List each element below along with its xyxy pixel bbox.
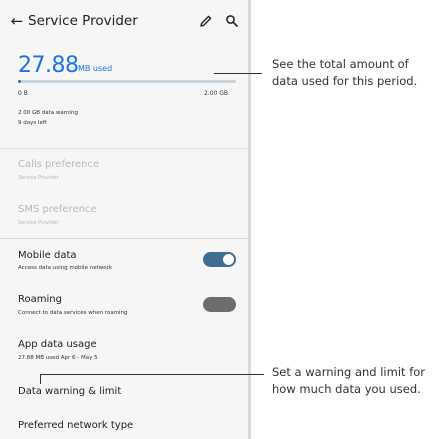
callout-leader-line bbox=[40, 374, 264, 375]
roaming-title: Roaming bbox=[18, 294, 62, 305]
screenshot-stage: ← Service Provider 27.88 MB used 0 B 2.0… bbox=[0, 0, 438, 439]
data-usage-progress-fill bbox=[18, 80, 21, 83]
sms-preference-title: SMS preference bbox=[18, 204, 97, 215]
roaming-toggle[interactable] bbox=[203, 297, 236, 312]
toggle-knob bbox=[223, 254, 234, 265]
preferred-network-type-title: Preferred network type bbox=[18, 420, 134, 431]
data-warning-text: 2.00 GB data warning bbox=[18, 110, 78, 116]
calls-preference-subtitle: Service Provider bbox=[18, 175, 59, 181]
pencil-icon[interactable] bbox=[198, 13, 214, 29]
mobile-data-toggle[interactable] bbox=[203, 252, 236, 267]
mobile-data-title: Mobile data bbox=[18, 250, 77, 261]
page-title: Service Provider bbox=[28, 13, 138, 29]
data-usage-progress-bar bbox=[18, 80, 236, 83]
sms-preference-subtitle: Service Provider bbox=[18, 220, 59, 226]
callout-leader-tick bbox=[40, 374, 41, 384]
section-divider bbox=[0, 238, 248, 239]
app-data-usage-subtitle: 27.88 MB used Apr 6 - May 5 bbox=[18, 355, 98, 361]
callout-leader-line bbox=[214, 73, 262, 74]
section-divider bbox=[0, 148, 248, 149]
roaming-subtitle: Connect to data services when roaming bbox=[18, 310, 128, 316]
data-warning-limit-title: Data warning & limit bbox=[18, 386, 122, 397]
toggle-knob bbox=[205, 299, 216, 310]
callout-total-usage: See the total amount of data used for th… bbox=[272, 57, 418, 88]
mobile-data-subtitle: Access data using mobile network bbox=[18, 265, 113, 271]
data-used-unit: MB used bbox=[78, 64, 113, 73]
progress-max-label: 2.00 GB bbox=[204, 90, 229, 97]
search-icon[interactable] bbox=[224, 13, 240, 29]
app-data-usage-title: App data usage bbox=[18, 339, 97, 350]
callout-warning-limit: Set a warning and limit for how much dat… bbox=[272, 365, 426, 396]
calls-preference-title: Calls preference bbox=[18, 159, 100, 170]
app-bar: ← Service Provider bbox=[0, 0, 248, 46]
days-left-text: 9 days left bbox=[18, 120, 47, 126]
data-used-amount: 27.88 bbox=[18, 53, 79, 78]
progress-min-label: 0 B bbox=[18, 90, 28, 97]
back-arrow-icon[interactable]: ← bbox=[8, 12, 26, 30]
